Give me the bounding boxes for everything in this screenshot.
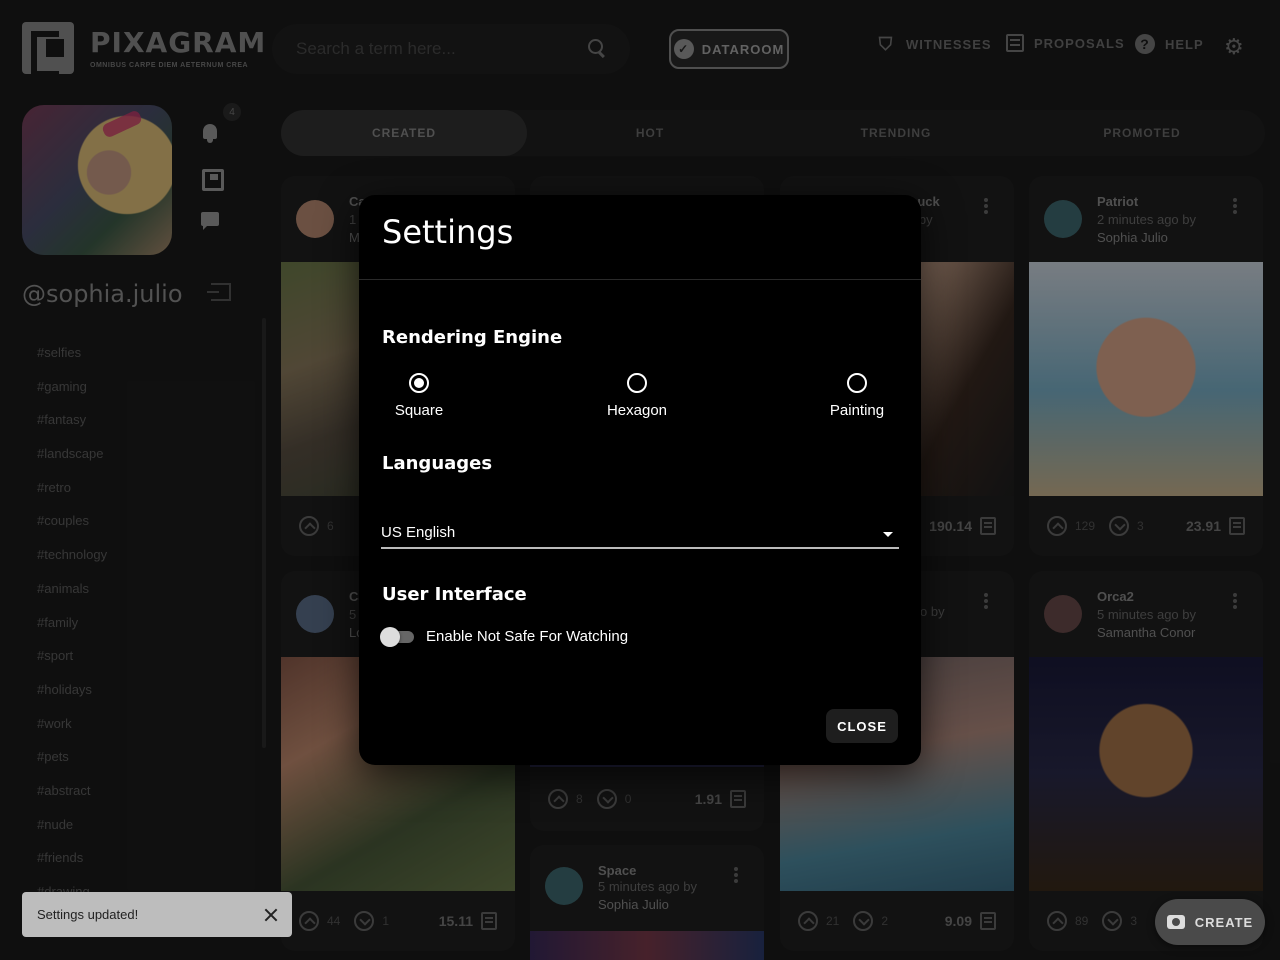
radio-label: Hexagon [606,402,668,419]
settings-dialog: Settings Rendering Engine Square Hexagon… [359,195,921,765]
language-value: US English [381,523,456,541]
radio-button[interactable] [627,373,647,393]
nsfw-toggle-label: Enable Not Safe For Watching [426,627,629,645]
toast-message: Settings updated! [37,907,139,922]
close-button[interactable]: CLOSE [826,709,898,743]
languages-heading: Languages [382,453,493,474]
radio-button[interactable] [847,373,867,393]
camera-icon [1166,915,1185,929]
create-button[interactable]: CREATE [1155,899,1265,945]
rendering-engine-heading: Rendering Engine [382,327,563,348]
dialog-title: Settings [382,213,514,251]
radio-painting[interactable]: Painting [797,373,917,419]
user-interface-heading: User Interface [382,584,527,605]
language-select[interactable]: US English [381,517,899,549]
radio-label: Painting [829,402,885,419]
nsfw-toggle[interactable] [380,626,414,647]
dialog-divider [359,279,921,280]
radio-square[interactable]: Square [359,373,479,419]
radio-hexagon[interactable]: Hexagon [577,373,697,419]
close-icon[interactable] [264,908,278,922]
radio-label: Square [394,402,444,419]
create-label: CREATE [1194,914,1254,930]
radio-button-checked[interactable] [409,373,429,393]
dropdown-caret-icon [883,531,893,537]
snackbar-toast: Settings updated! [22,892,292,937]
nsfw-toggle-row[interactable]: Enable Not Safe For Watching [380,626,629,647]
